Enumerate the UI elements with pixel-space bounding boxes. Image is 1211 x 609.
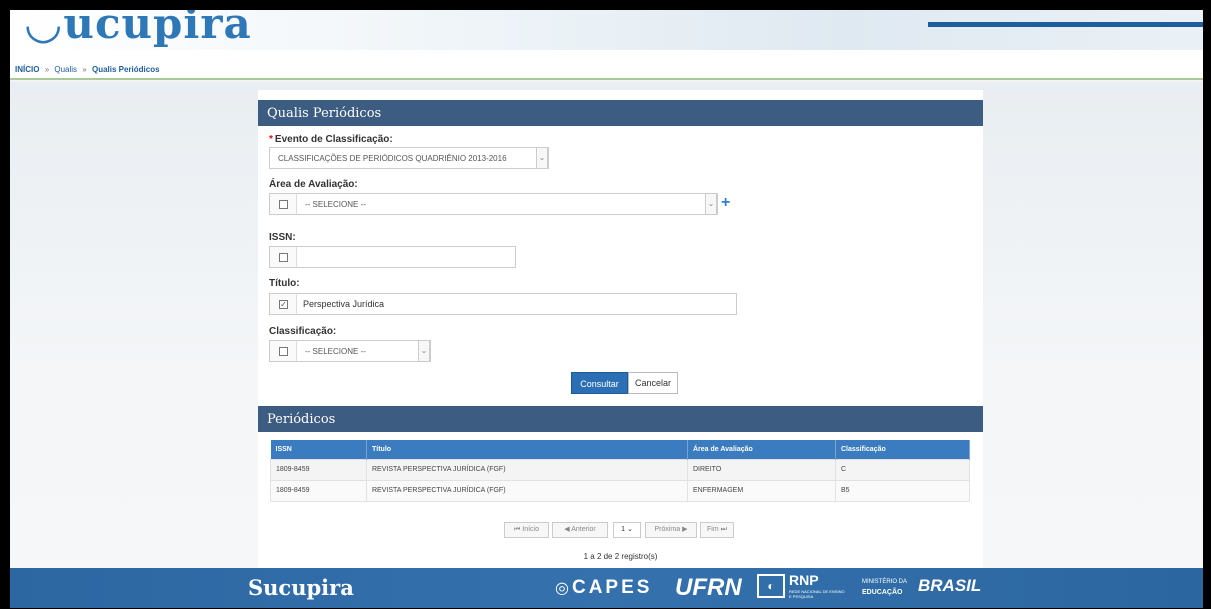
column-header-titulo[interactable]: Título <box>366 440 688 459</box>
cell-classificacao: B5 <box>835 479 970 502</box>
checkbox-icon <box>279 347 288 356</box>
add-area-icon[interactable]: + <box>721 194 730 212</box>
main-content: Qualis Periódicos * Evento de Classificaç… <box>258 90 983 568</box>
required-asterisk: * <box>269 134 273 145</box>
area-label: Área de Avaliação: <box>269 179 358 190</box>
record-count: 1 a 2 de 2 registro(s) <box>583 552 658 561</box>
issn-filter-checkbox[interactable] <box>269 246 297 268</box>
cell-area: ENFERMAGEM <box>687 479 836 502</box>
table-row[interactable]: 1809-8459 REVISTA PERSPECTIVA JURÍDICA (… <box>270 458 970 481</box>
titulo-label: Título: <box>269 278 300 289</box>
area-filter-checkbox[interactable] <box>269 193 297 215</box>
pager-prev-button[interactable]: ◀ Anterior <box>552 522 608 538</box>
pager-last-button[interactable]: Fim ⏭ <box>700 522 734 538</box>
pager-first-button[interactable]: ⏮ Início <box>504 522 549 538</box>
breadcrumb-current: Qualis Periódicos <box>91 65 160 74</box>
footer-rnp-logo[interactable]: RNP <box>789 572 819 588</box>
area-select[interactable]: -- SELECIONE -- ⌄ <box>297 193 718 215</box>
titulo-filter-checkbox[interactable]: ✓ <box>269 293 297 315</box>
footer-ministerio-label: MINISTÉRIO DA <box>862 579 908 585</box>
column-header-issn[interactable]: ISSN <box>270 440 367 459</box>
cell-titulo: REVISTA PERSPECTIVA JURÍDICA (FGF) <box>366 479 688 502</box>
footer-educacao-label: EDUCAÇÃO <box>862 589 903 596</box>
footer-rnp-subtitle: REDE NACIONAL DE ENSINO E PESQUISA <box>789 589 845 599</box>
pager-next-button[interactable]: Próxima ▶ <box>645 522 697 538</box>
footer-capes-logo[interactable]: ◎CAPES <box>555 577 652 599</box>
column-header-area[interactable]: Área de Avaliação <box>687 440 836 459</box>
site-footer: Sucupira ◎CAPES UFRN ◐ RNP REDE NACIONAL… <box>10 568 1203 608</box>
classificacao-filter-checkbox[interactable] <box>269 340 297 362</box>
sucupira-logo[interactable]: ◡ucupira <box>24 10 252 49</box>
footer-brasil-logo[interactable]: BRASIL <box>918 576 981 596</box>
cell-titulo: REVISTA PERSPECTIVA JURÍDICA (FGF) <box>366 458 688 481</box>
titulo-input[interactable]: Perspectiva Jurídica <box>297 293 737 315</box>
capes-icon: ◎ <box>555 580 572 597</box>
header-accent-line <box>928 22 1203 27</box>
breadcrumb-separator: » <box>82 65 87 74</box>
classificacao-label: Classificação: <box>269 326 337 337</box>
browser-viewport: ◡ucupira INÍCIO » Qualis » Qualis Periód… <box>10 10 1203 608</box>
cell-issn: 1809-8459 <box>270 458 367 481</box>
chevron-down-icon: ⌄ <box>418 340 430 362</box>
cell-area: DIREITO <box>687 458 836 481</box>
breadcrumb-home-link[interactable]: INÍCIO <box>15 65 39 74</box>
evento-select[interactable]: CLASSIFICAÇÕES DE PERIÓDICOS QUADRIÊNIO … <box>269 147 549 169</box>
results-panel-title: Periódicos <box>258 406 983 432</box>
checkbox-icon <box>279 253 288 262</box>
chevron-down-icon: ⌄ <box>536 147 548 169</box>
form-panel-title: Qualis Periódicos <box>258 100 983 126</box>
consultar-button[interactable]: Consultar <box>571 372 628 394</box>
footer-ufrn-logo[interactable]: UFRN <box>675 574 742 602</box>
pager-page-select[interactable]: 1 ⌄ <box>613 522 641 538</box>
cell-classificacao: C <box>835 458 970 481</box>
table-row[interactable]: 1809-8459 REVISTA PERSPECTIVA JURÍDICA (… <box>270 479 970 502</box>
issn-label: ISSN: <box>269 232 296 243</box>
checkbox-icon <box>279 200 288 209</box>
checked-icon: ✓ <box>279 300 288 309</box>
evento-label: * Evento de Classificação: <box>269 134 393 145</box>
chevron-down-icon: ⌄ <box>626 526 633 533</box>
breadcrumb: INÍCIO » Qualis » Qualis Periódicos <box>10 50 1203 80</box>
chevron-down-icon: ⌄ <box>705 193 717 215</box>
footer-sucupira-logo[interactable]: Sucupira <box>248 575 354 600</box>
issn-input[interactable] <box>297 246 516 268</box>
results-table: ISSN Título Área de Avaliação Classifica… <box>270 440 970 502</box>
breadcrumb-qualis-link[interactable]: Qualis <box>54 65 77 74</box>
rnp-globe-icon: ◐ <box>757 574 785 598</box>
table-header-row: ISSN Título Área de Avaliação Classifica… <box>270 440 970 459</box>
column-header-classificacao[interactable]: Classificação <box>835 440 970 459</box>
cell-issn: 1809-8459 <box>270 479 367 502</box>
classificacao-select[interactable]: -- SELECIONE -- ⌄ <box>297 340 431 362</box>
cancelar-button[interactable]: Cancelar <box>628 372 678 394</box>
breadcrumb-separator: » <box>44 65 50 74</box>
site-header: ◡ucupira <box>10 10 1203 50</box>
